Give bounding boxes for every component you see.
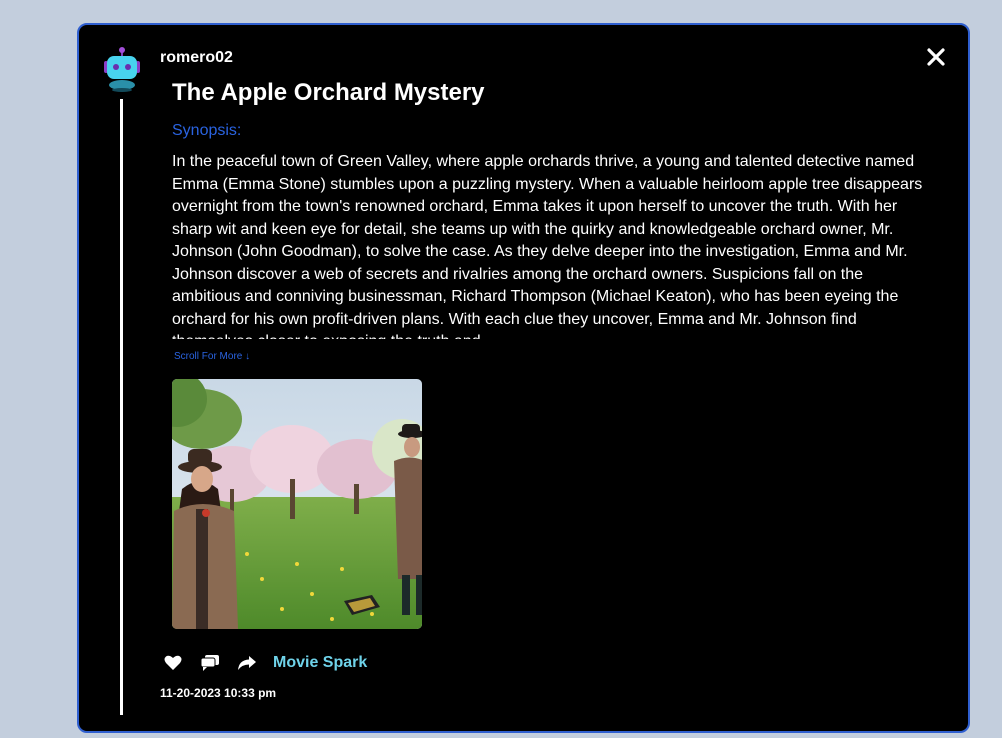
post-card: romero02 The Apple Orchard Mystery Synop…	[77, 23, 970, 733]
share-button[interactable]	[236, 652, 258, 674]
movie-poster-image	[172, 379, 422, 629]
username[interactable]: romero02	[160, 48, 233, 68]
post-actions: Movie Spark	[162, 651, 367, 675]
comment-icon	[200, 655, 219, 671]
synopsis-label: Synopsis:	[172, 122, 242, 139]
comment-button[interactable]	[199, 652, 221, 674]
thread-line	[120, 99, 123, 715]
post-title: The Apple Orchard Mystery	[172, 79, 485, 106]
post-timestamp: 11-20-2023 10:33 pm	[160, 686, 277, 700]
synopsis-text[interactable]: In the peaceful town of Green Valley, wh…	[172, 151, 932, 339]
movie-spark-link[interactable]: Movie Spark	[273, 654, 367, 672]
close-icon	[927, 48, 945, 66]
like-button[interactable]	[162, 652, 184, 674]
share-icon	[238, 656, 256, 670]
robot-avatar-icon[interactable]	[101, 47, 143, 93]
close-button[interactable]	[924, 45, 948, 69]
scroll-for-more-link[interactable]: Scroll For More ↓	[174, 351, 250, 363]
heart-icon	[164, 655, 182, 670]
